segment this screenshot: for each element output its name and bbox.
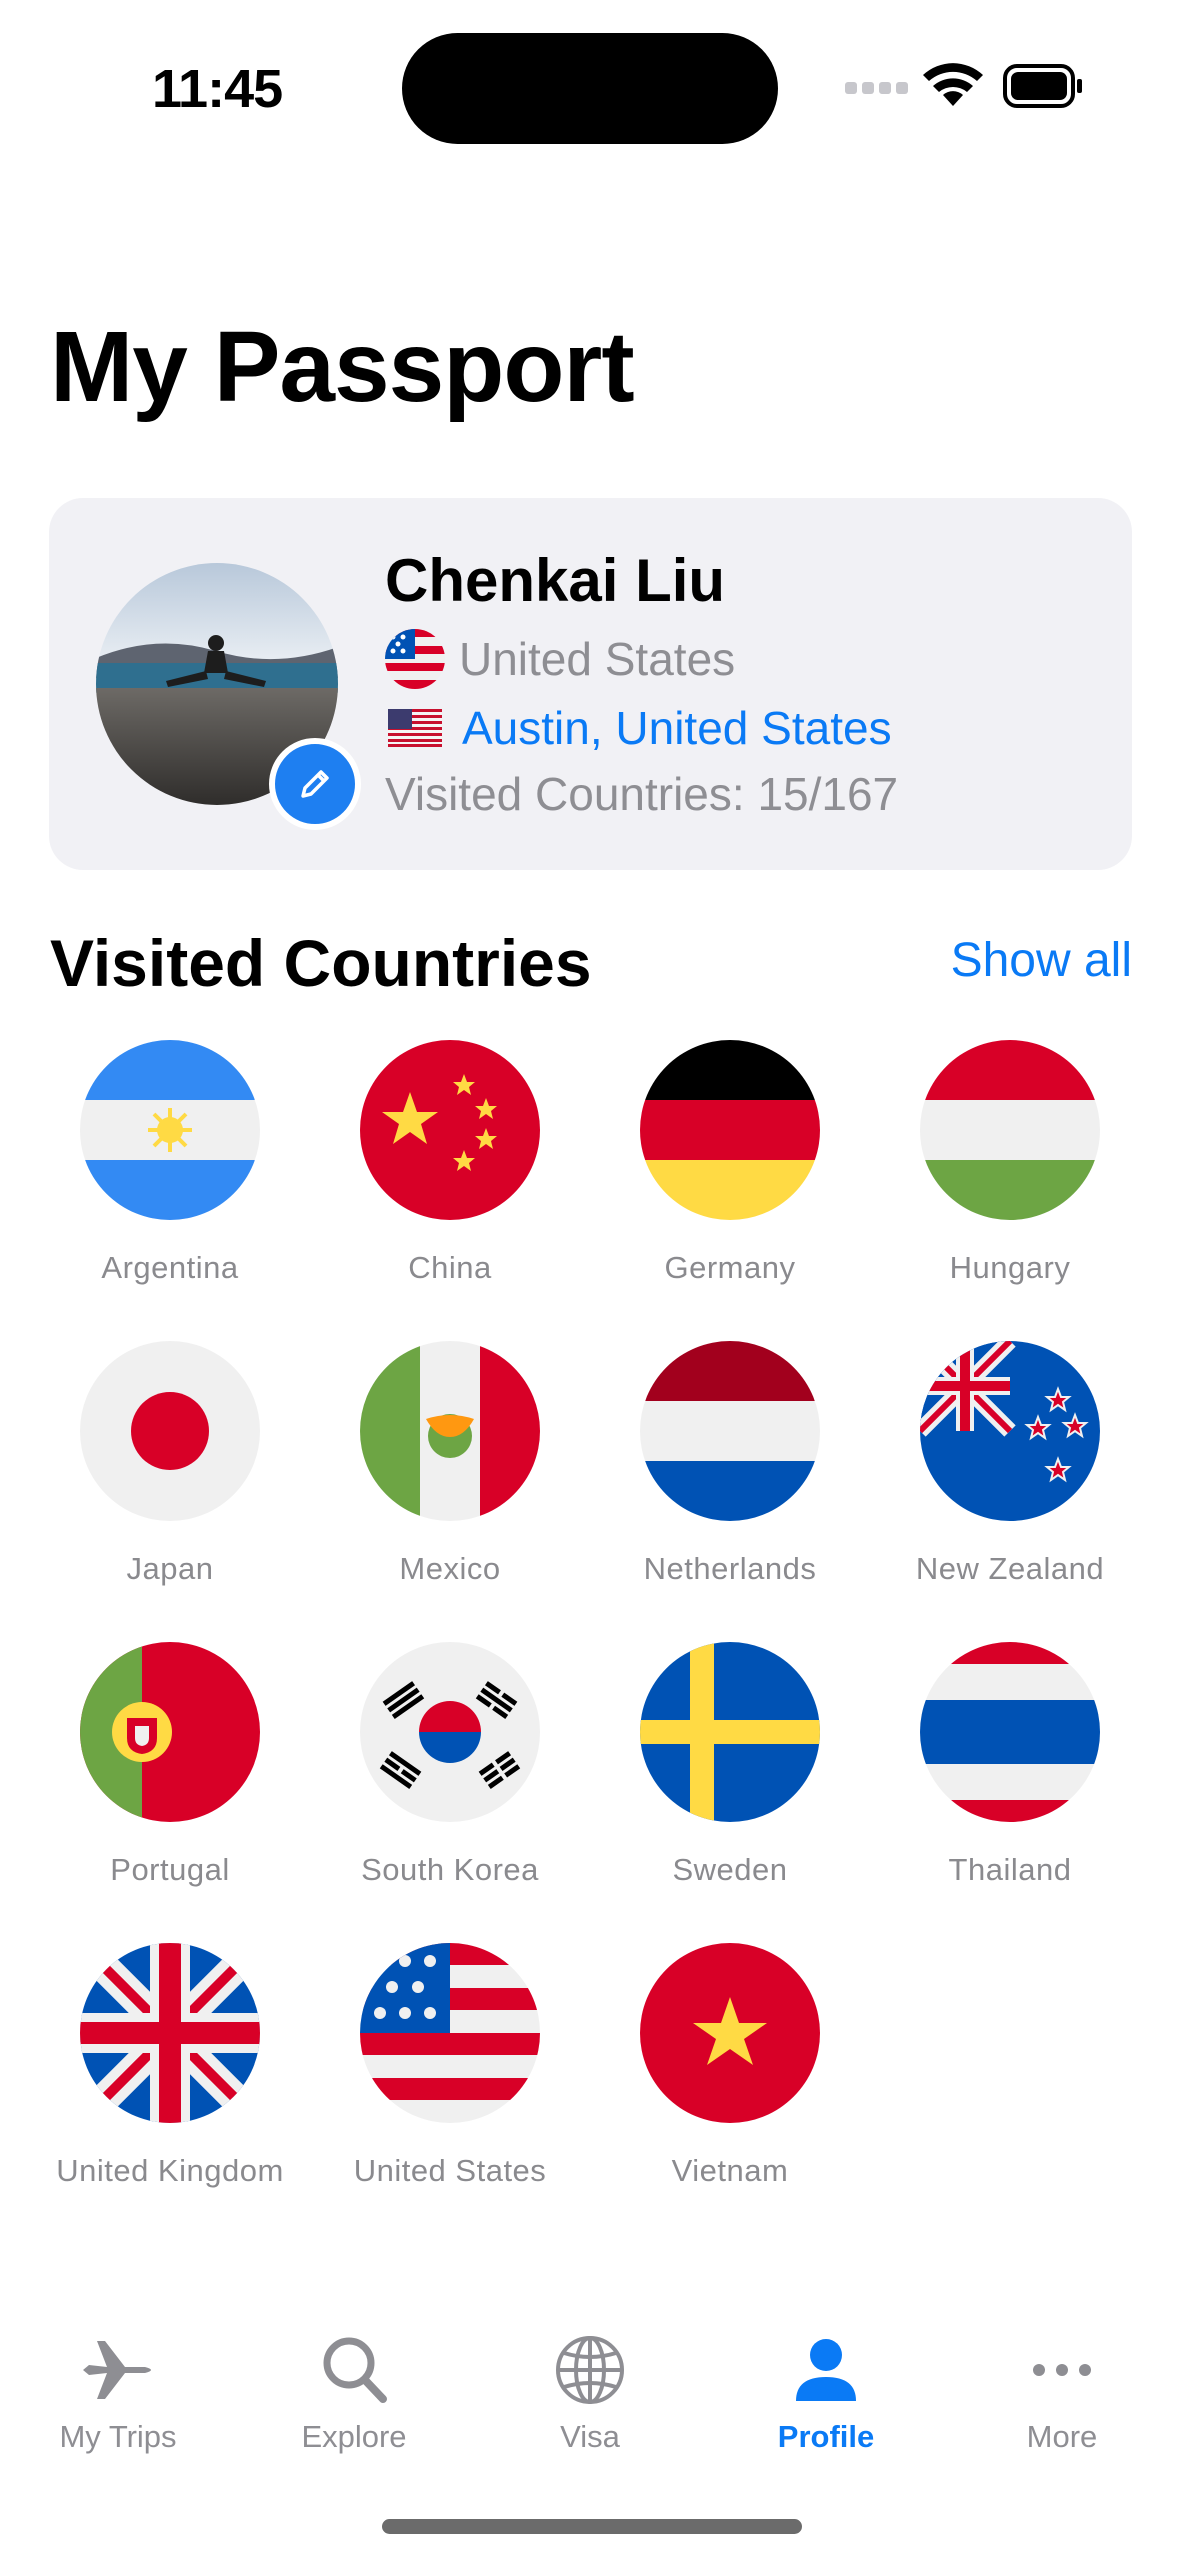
sweden-flag-icon: [640, 1642, 820, 1822]
wifi-icon: [923, 63, 983, 106]
tab-label: Visa: [560, 2419, 620, 2454]
tab-my-trips[interactable]: My Trips: [0, 2310, 236, 2460]
netherlands-flag-icon: [640, 1341, 820, 1521]
home-indicator[interactable]: [382, 2519, 802, 2534]
country-name: Thailand: [948, 1852, 1072, 1887]
country-name: Hungary: [949, 1250, 1071, 1285]
country-item-hungary[interactable]: Hungary: [870, 1040, 1150, 1341]
globe-icon: [556, 2336, 624, 2404]
pencil-icon: [301, 770, 329, 798]
country-name: Sweden: [672, 1852, 788, 1887]
tab-label: My Trips: [59, 2419, 177, 2454]
country-item-new-zealand[interactable]: New Zealand: [870, 1341, 1150, 1642]
south-korea-flag-icon: [360, 1642, 540, 1822]
edit-profile-button[interactable]: [269, 738, 361, 830]
country-item-united-kingdom[interactable]: United Kingdom: [30, 1943, 310, 2244]
united-states-flag-icon: [360, 1943, 540, 2123]
mexico-flag-icon: [360, 1341, 540, 1521]
visited-countries-heading: Visited Countries: [50, 926, 592, 1000]
country-item-argentina[interactable]: Argentina: [30, 1040, 310, 1341]
nationality-text: United States: [459, 633, 736, 685]
vietnam-flag-icon: [640, 1943, 820, 2123]
thailand-flag-icon: [920, 1642, 1100, 1822]
tab-label: More: [1026, 2419, 1098, 2454]
passport-screen: 11:45 My Passport Chenkai Liu United Sta…: [0, 0, 1179, 2556]
country-item-united-states[interactable]: United States: [310, 1943, 590, 2244]
status-icons: [845, 63, 1082, 108]
tab-explore[interactable]: Explore: [236, 2310, 472, 2460]
new-zealand-flag-icon: [920, 1341, 1100, 1521]
country-name: South Korea: [361, 1852, 539, 1887]
country-item-portugal[interactable]: Portugal: [30, 1642, 310, 1943]
country-item-germany[interactable]: Germany: [590, 1040, 870, 1341]
country-item-thailand[interactable]: Thailand: [870, 1642, 1150, 1943]
profile-card[interactable]: Chenkai Liu United States Austin, United…: [49, 498, 1132, 870]
country-name: Japan: [126, 1551, 214, 1586]
argentina-flag-icon: [80, 1040, 260, 1220]
country-item-vietnam[interactable]: Vietnam: [590, 1943, 870, 2244]
airplane-icon: [83, 2341, 151, 2399]
country-name: Portugal: [110, 1852, 230, 1887]
home-city-link[interactable]: Austin, United States: [462, 701, 892, 755]
nationality-row: United States: [385, 628, 735, 690]
country-name: Germany: [664, 1250, 796, 1285]
united-states-mini-flag-icon: [385, 629, 445, 689]
country-item-japan[interactable]: Japan: [30, 1341, 310, 1642]
country-name: New Zealand: [915, 1551, 1105, 1586]
country-name: United States: [353, 2153, 547, 2188]
hungary-flag-icon: [920, 1040, 1100, 1220]
country-name: United Kingdom: [56, 2153, 284, 2188]
united-kingdom-flag-icon: [80, 1943, 260, 2123]
tab-label: Profile: [777, 2419, 875, 2454]
united-states-emoji-flag-icon: [388, 709, 442, 747]
person-icon: [796, 2339, 856, 2401]
country-item-south-korea[interactable]: South Korea: [310, 1642, 590, 1943]
tab-label: Explore: [301, 2419, 407, 2454]
home-city-row[interactable]: Austin, United States: [385, 697, 892, 759]
ellipsis-icon: [1033, 2364, 1091, 2376]
visited-summary: Visited Countries: 15/167: [385, 768, 899, 820]
tab-more[interactable]: More: [944, 2310, 1179, 2460]
china-flag-icon: [360, 1040, 540, 1220]
country-name: Netherlands: [643, 1551, 817, 1586]
cellular-signal-icon: [845, 82, 908, 94]
tab-bar: My Trips Explore Visa Profile More: [0, 2310, 1179, 2460]
country-name: Argentina: [101, 1250, 239, 1285]
germany-flag-icon: [640, 1040, 820, 1220]
status-time: 11:45: [152, 59, 283, 119]
dynamic-island: [402, 33, 778, 144]
country-item-sweden[interactable]: Sweden: [590, 1642, 870, 1943]
country-name: China: [408, 1250, 492, 1285]
country-item-china[interactable]: China: [310, 1040, 590, 1341]
page-title: My Passport: [50, 311, 635, 423]
profile-name: Chenkai Liu: [385, 547, 726, 614]
portugal-flag-icon: [80, 1642, 260, 1822]
show-all-button[interactable]: Show all: [951, 933, 1132, 988]
tab-profile[interactable]: Profile: [708, 2310, 944, 2460]
country-name: Mexico: [399, 1551, 501, 1586]
magnifier-icon: [323, 2337, 387, 2403]
tab-visa[interactable]: Visa: [472, 2310, 708, 2460]
japan-flag-icon: [80, 1341, 260, 1521]
country-name: Vietnam: [671, 2153, 789, 2188]
country-item-netherlands[interactable]: Netherlands: [590, 1341, 870, 1642]
country-item-mexico[interactable]: Mexico: [310, 1341, 590, 1642]
visited-countries-grid: Argentina China Germany Hungary Japan Me…: [30, 1040, 1150, 2244]
battery-icon: [1003, 64, 1082, 108]
